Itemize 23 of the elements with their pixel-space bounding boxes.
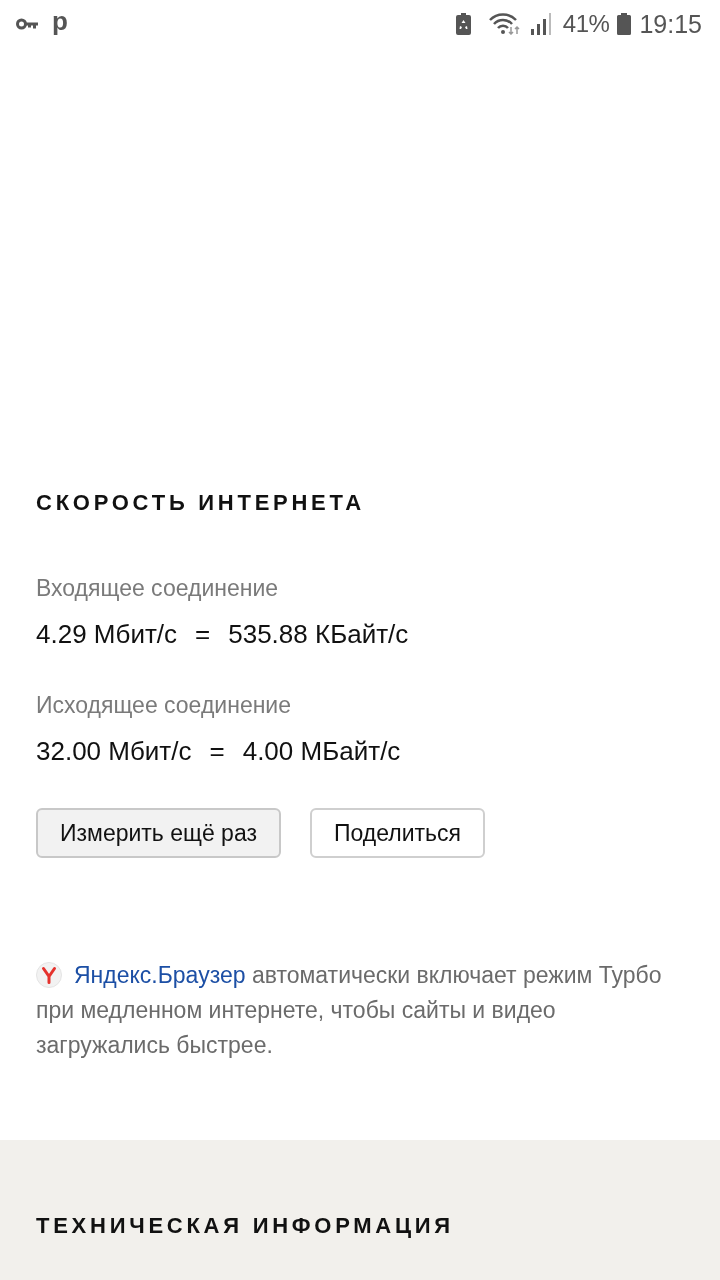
battery-percent: 41%: [562, 12, 610, 36]
promo-paragraph: Яндекс.Браузер автоматически включает режим Турбо при медленном интернете, чтобы сайты и видео загружались быстрее.: [36, 961, 663, 1060]
speed-bits: 32.00 Мбит/с: [36, 735, 192, 767]
section-heading: СКОРОСТЬ ИНТЕРНЕТА: [36, 489, 365, 517]
battery-icon: [617, 13, 632, 35]
signal-icon: [528, 13, 551, 35]
connection-label: Входящее соединение: [36, 574, 280, 603]
speed-bytes: 535.88 КБайт/с: [228, 618, 409, 650]
equals-sign: =: [209, 735, 225, 767]
share-button[interactable]: Поделиться: [310, 808, 485, 858]
section-heading: ТЕХНИЧЕСКАЯ ИНФОРМАЦИЯ: [36, 1212, 455, 1240]
measure-again-button[interactable]: Измерить ещё раз: [36, 808, 281, 858]
key-icon: [16, 18, 38, 30]
notification-glyph: p: [52, 8, 68, 34]
wifi-icon: [488, 13, 521, 35]
battery-recycle-icon: [455, 13, 471, 35]
browser-link[interactable]: Яндекс.Браузер: [74, 962, 246, 988]
speed-bytes: 4.00 МБайт/с: [242, 735, 401, 767]
equals-sign: =: [195, 618, 211, 650]
connection-label: Исходящее соединение: [36, 691, 292, 720]
browser-logo-icon: [36, 962, 62, 988]
clock-time: 19:15: [639, 11, 702, 37]
speed-bits: 4.29 Мбит/с: [36, 618, 178, 650]
